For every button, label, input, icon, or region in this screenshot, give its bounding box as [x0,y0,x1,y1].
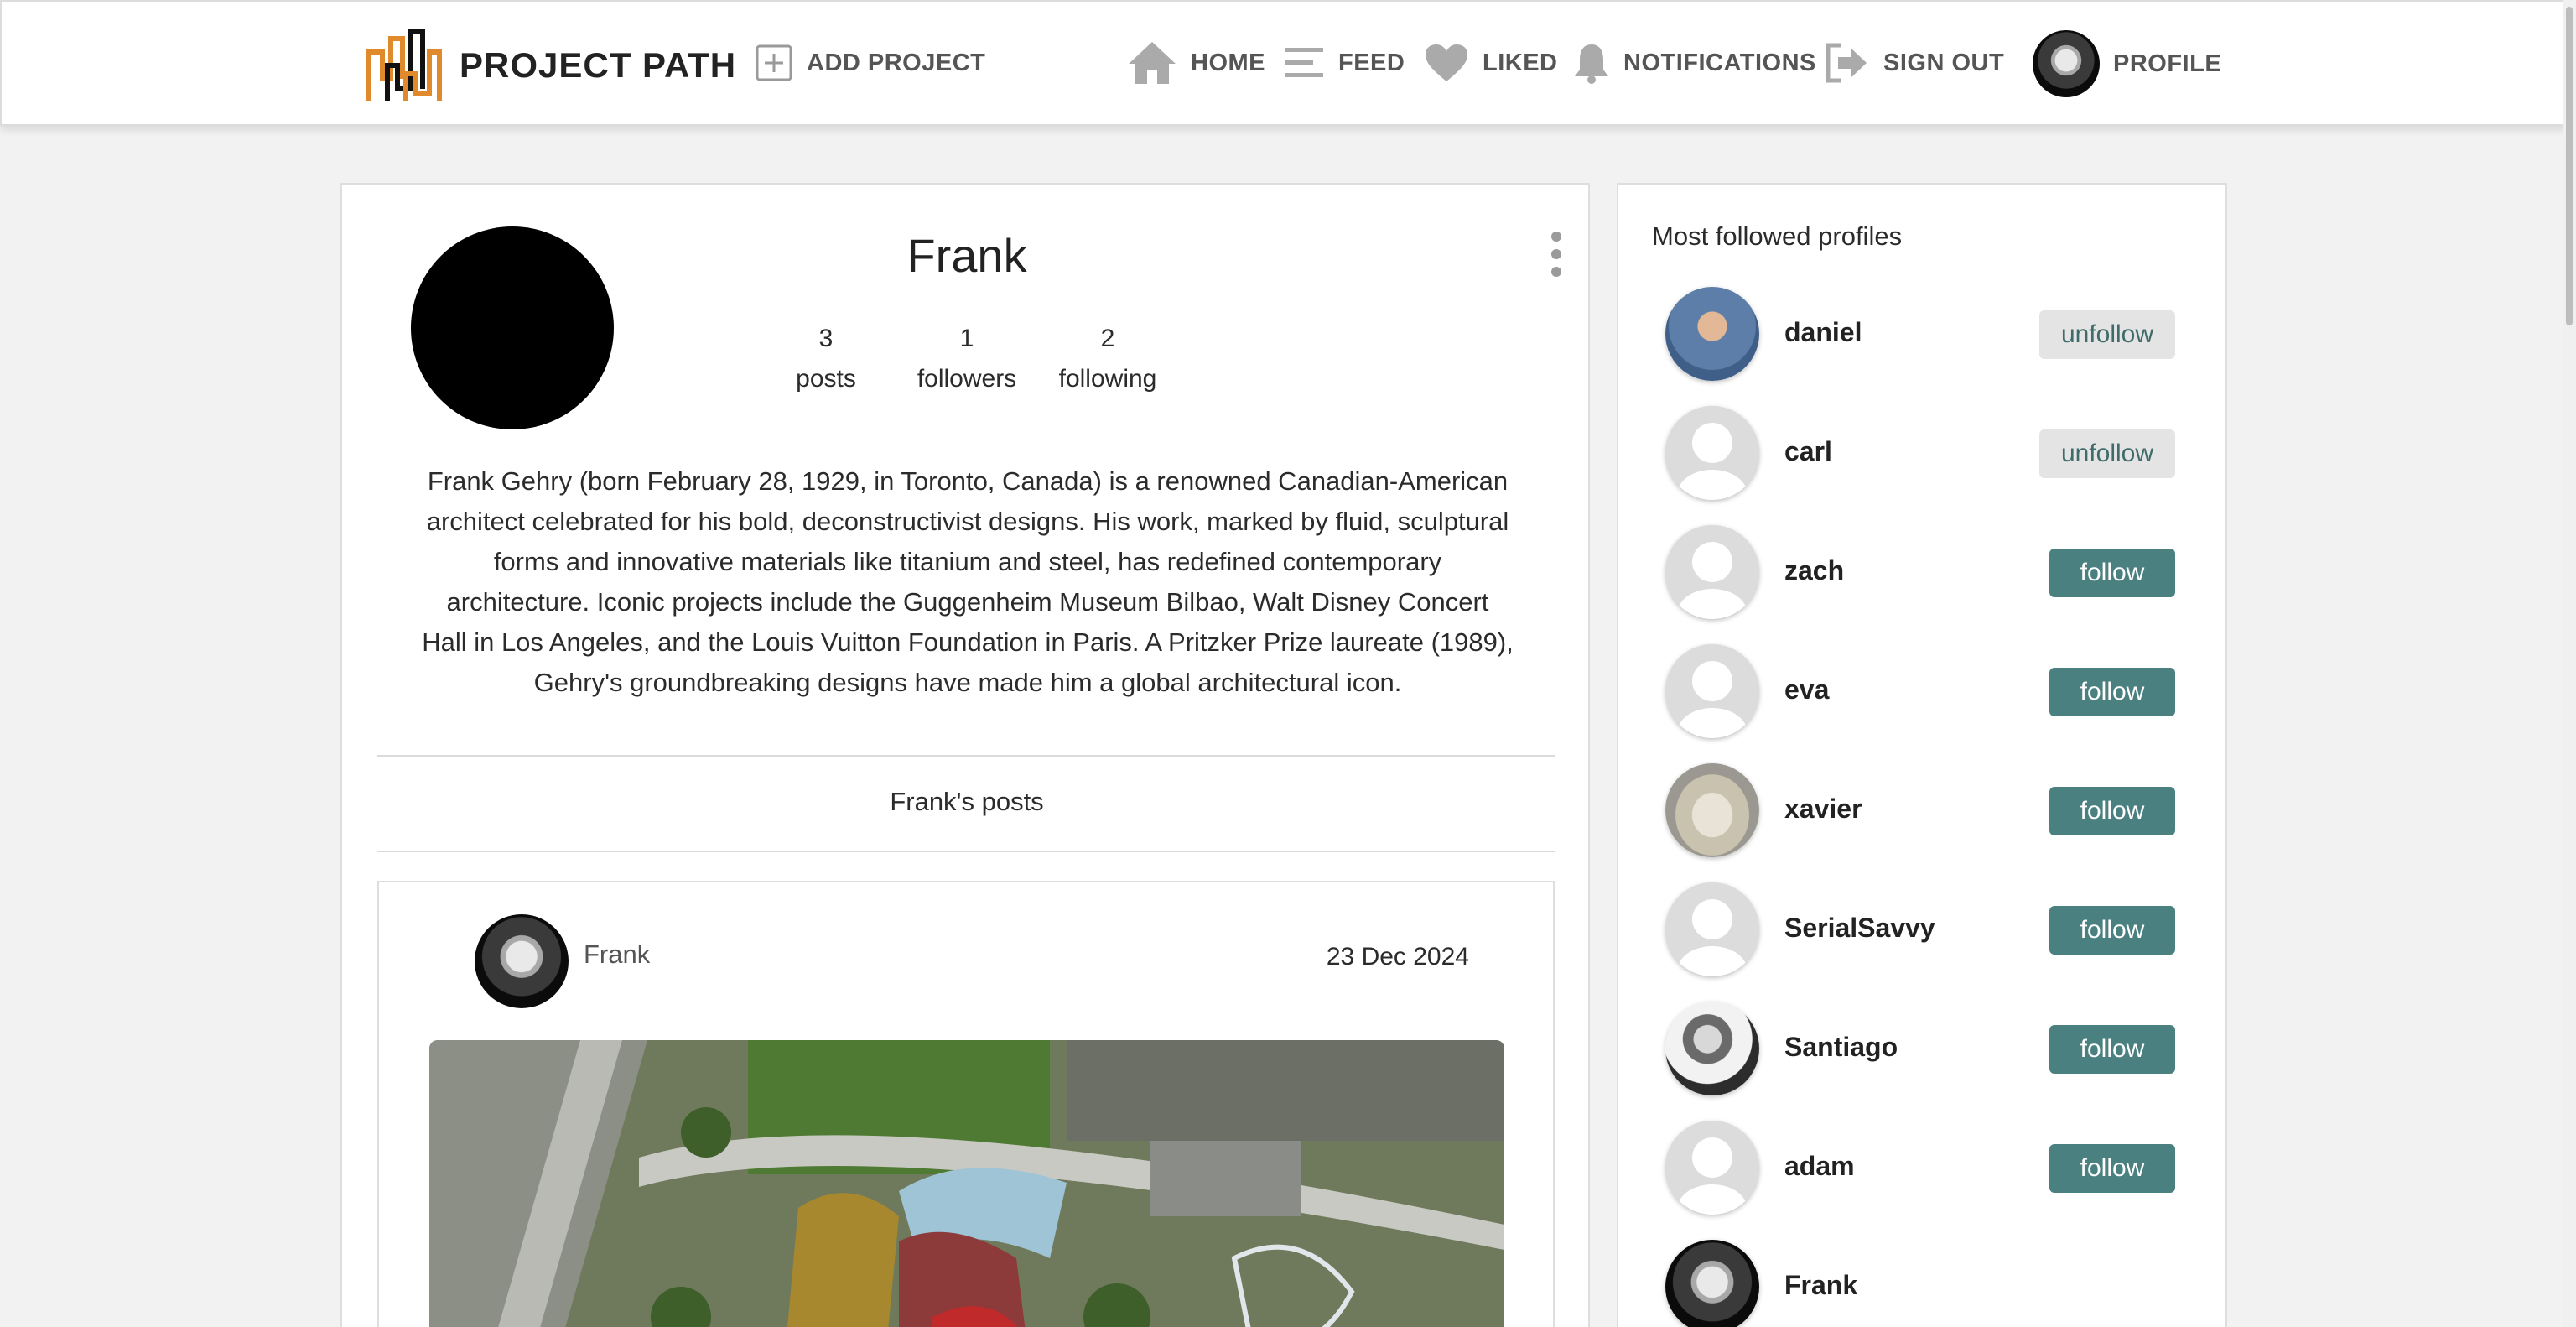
user-placeholder-icon [1665,644,1759,738]
bell-icon [1575,44,1608,84]
profile-avatar-santiago[interactable] [1665,1002,1759,1095]
profile-avatar-placeholder[interactable] [1665,406,1759,500]
nav-liked-label: LIKED [1483,49,1558,76]
brand[interactable]: PROJECT PATH [364,27,736,104]
nav-profile-avatar [2033,30,2100,97]
nav-home[interactable]: HOME [1127,35,1265,91]
profile-name[interactable]: xavier [1784,794,1862,825]
home-icon [1129,42,1176,84]
profile-name: Frank [906,229,1027,282]
nav-home-label: HOME [1191,49,1265,76]
most-followed-card: Most followed profiles daniel unfollow c… [1617,183,2227,1327]
stat-following[interactable]: 2 following [1041,319,1175,399]
nav-add-project[interactable]: ADD PROJECT [755,35,985,91]
stat-following-label: following [1058,365,1157,393]
stat-followers-value: 1 [959,325,974,352]
stat-posts-label: posts [796,365,856,393]
profile-row: Frank [1618,1240,2229,1327]
stat-followers-label: followers [917,365,1017,393]
unfollow-button[interactable]: unfollow [2039,429,2175,478]
heart-icon [1426,44,1467,81]
profile-avatar-placeholder[interactable] [1665,525,1759,619]
profile-row: eva follow [1618,644,2229,738]
profile-avatar-frank[interactable] [1665,1240,1759,1327]
follow-button[interactable]: follow [2049,787,2175,835]
profile-name[interactable]: zach [1784,555,1844,586]
nav-sign-out-label: SIGN OUT [1883,49,2005,76]
user-placeholder-icon [1665,406,1759,500]
profile-name[interactable]: Frank [1784,1270,1857,1301]
user-placeholder-icon [1665,1121,1759,1215]
stat-posts: 3 posts [759,319,893,399]
profile-name[interactable]: SerialSavvy [1784,913,1935,944]
profile-row: daniel unfollow [1618,287,2229,381]
profile-row: carl unfollow [1618,406,2229,500]
profile-card: Frank 3 posts 1 followers 2 following Fr… [340,183,1590,1327]
stat-following-value: 2 [1100,325,1115,352]
profile-name[interactable]: Santiago [1784,1032,1898,1063]
follow-button[interactable]: follow [2049,549,2175,597]
nav-liked[interactable]: LIKED [1424,35,1558,91]
user-placeholder-icon [1665,525,1759,619]
most-followed-title: Most followed profiles [1652,221,1903,251]
follow-button[interactable]: follow [2049,668,2175,716]
stat-followers[interactable]: 1 followers [900,319,1034,399]
profile-row: Santiago follow [1618,1002,2229,1095]
profile-row: adam follow [1618,1121,2229,1215]
feed-lines-icon [1285,48,1323,77]
profile-name[interactable]: eva [1784,674,1829,705]
post-author-avatar[interactable] [475,914,569,1008]
profile-avatar-placeholder[interactable] [1665,882,1759,976]
user-placeholder-icon [1665,882,1759,976]
profile-bio: Frank Gehry (born February 28, 1929, in … [422,466,1514,697]
nav-profile[interactable]: PROFILE [2033,30,2221,97]
sign-out-icon [1826,43,1867,83]
profile-avatar-placeholder[interactable] [1665,644,1759,738]
stat-posts-value: 3 [818,325,834,352]
plus-square-icon [756,44,792,81]
divider [377,755,1555,757]
post-image[interactable] [429,1040,1504,1327]
profile-row: SerialSavvy follow [1618,882,2229,976]
top-navbar: PROJECT PATH ADD PROJECT HOME FEED LIKED [0,0,2569,126]
post-card[interactable]: Frank 23 Dec 2024 [377,881,1555,1327]
profile-avatar-daniel[interactable] [1665,287,1759,381]
follow-button[interactable]: follow [2049,1144,2175,1193]
profile-avatar-xavier[interactable] [1665,763,1759,857]
nav-sign-out[interactable]: SIGN OUT [1823,35,2004,91]
profile-row: xavier follow [1618,763,2229,857]
profile-avatar-placeholder[interactable] [1665,1121,1759,1215]
follow-button[interactable]: follow [2049,906,2175,955]
posts-heading: Frank's posts [890,787,1044,816]
brand-name: PROJECT PATH [460,45,737,85]
aerial-photo-illustration [429,1040,1504,1327]
post-author-name[interactable]: Frank [584,939,650,970]
profile-row: zach follow [1618,525,2229,619]
nav-add-project-label: ADD PROJECT [807,49,986,76]
divider [377,851,1555,852]
nav-feed[interactable]: FEED [1283,35,1405,91]
scrollbar-thumb[interactable] [2566,7,2573,325]
nav-feed-label: FEED [1338,49,1405,76]
profile-name[interactable]: adam [1784,1151,1855,1182]
unfollow-button[interactable]: unfollow [2039,310,2175,359]
nav-notifications[interactable]: NOTIFICATIONS [1573,35,1816,91]
profile-name[interactable]: daniel [1784,317,1862,348]
nav-notifications-label: NOTIFICATIONS [1623,49,1816,76]
post-date: 23 Dec 2024 [1326,943,1469,971]
project-path-logo [366,29,442,101]
profile-name[interactable]: carl [1784,436,1832,467]
profile-menu-kebab-icon[interactable] [1548,232,1565,277]
nav-profile-label: PROFILE [2113,49,2222,77]
follow-button[interactable]: follow [2049,1025,2175,1074]
